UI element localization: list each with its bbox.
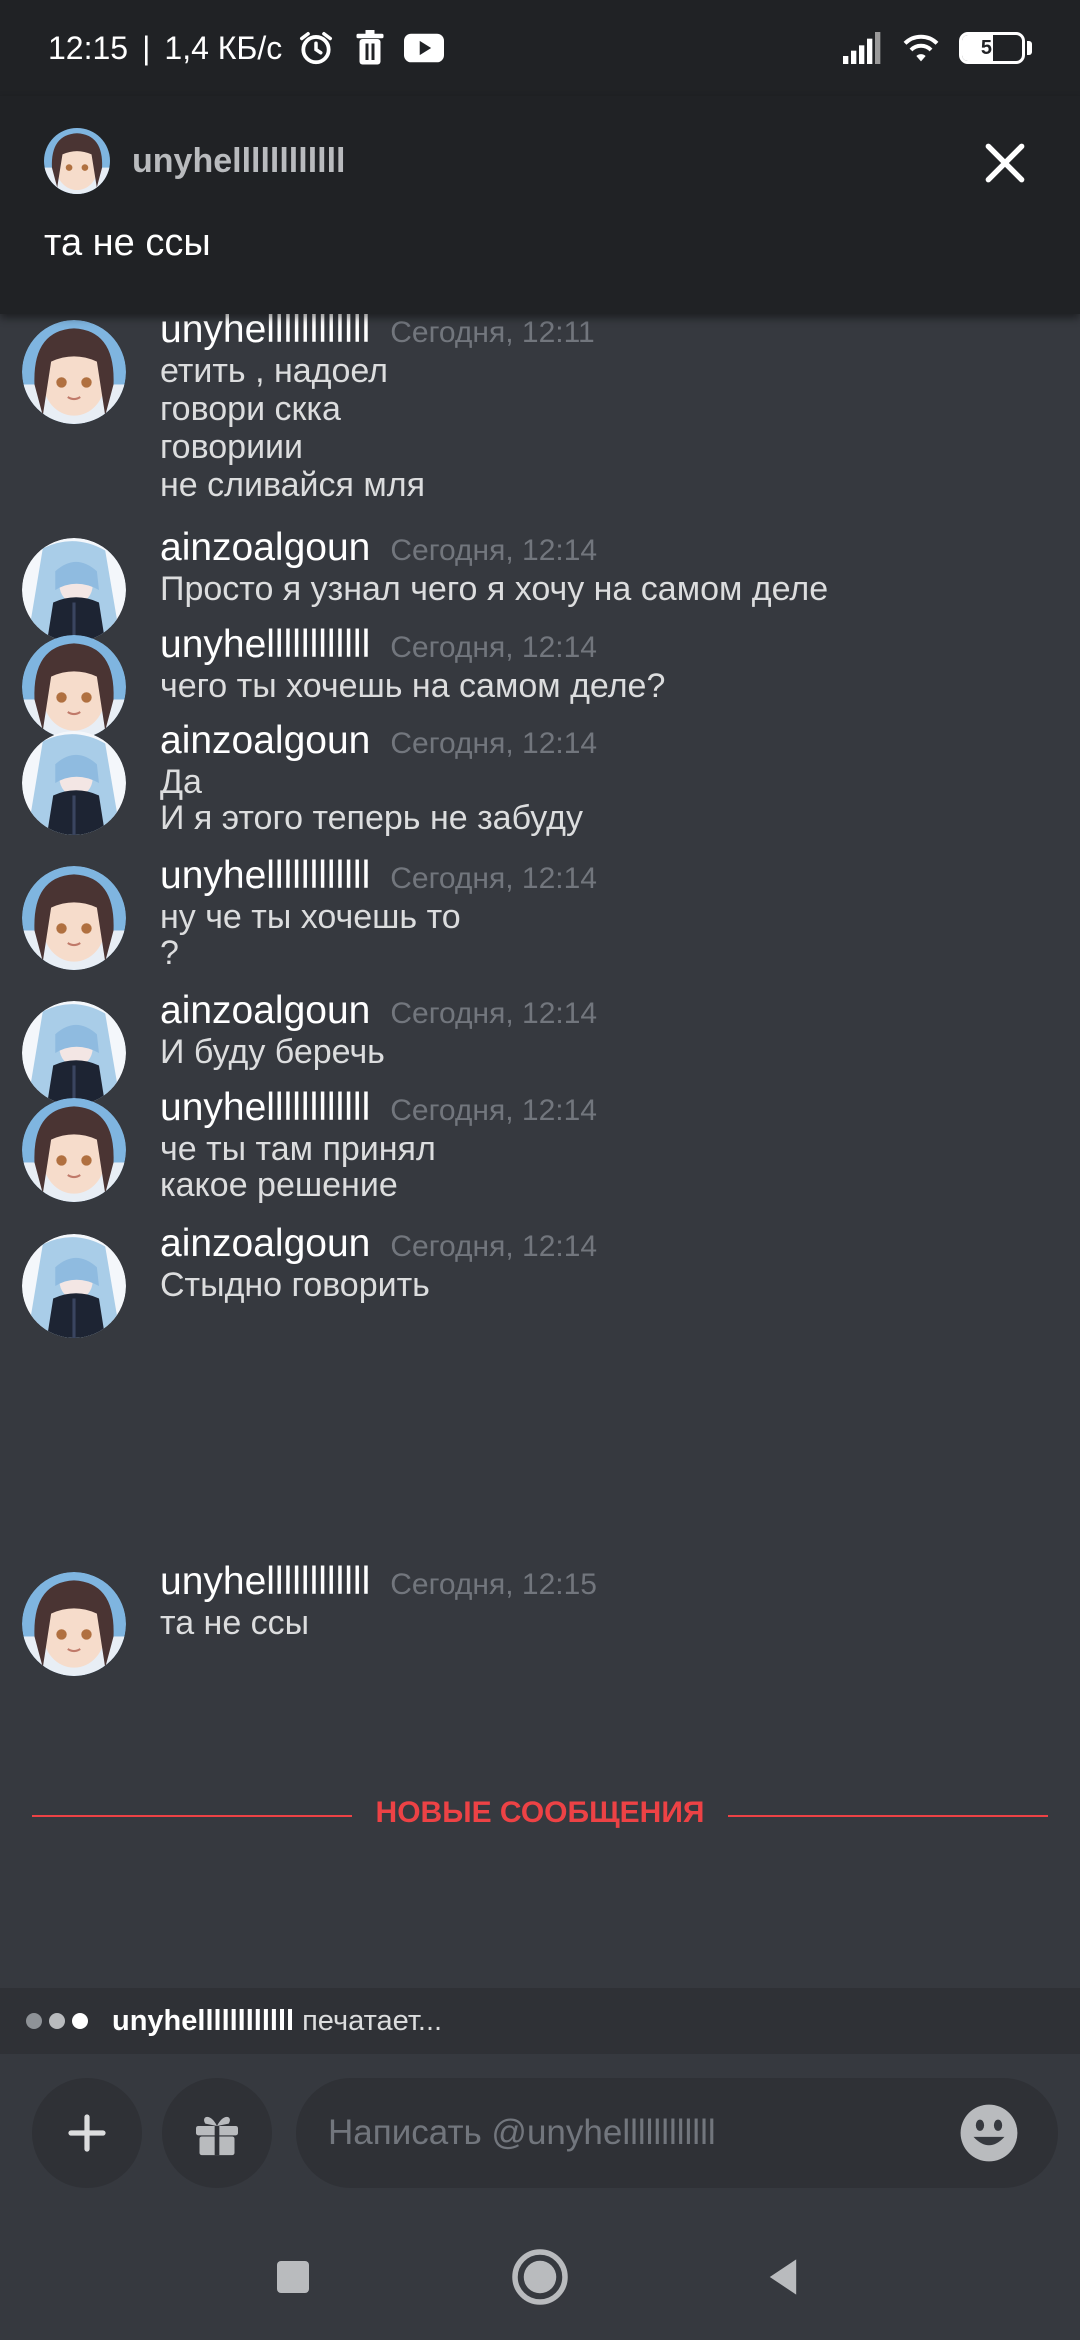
message-header: ainzoalgoun Сегодня, 12:14: [160, 989, 597, 1033]
banner-message: та не ссы: [44, 222, 211, 264]
message-header: unyhellllllllllll Сегодня, 12:15: [160, 1560, 597, 1604]
signal-icon: [843, 28, 883, 68]
typing-dot: [26, 2013, 42, 2029]
wifi-icon: [901, 28, 941, 68]
message-text[interactable]: Просто я узнал чего я хочу на самом деле: [160, 570, 828, 609]
message-text[interactable]: какое решение: [160, 1166, 398, 1205]
message-author[interactable]: unyhellllllllllll: [160, 314, 370, 352]
message-timestamp: Сегодня, 12:14: [390, 631, 597, 664]
gift-button[interactable]: [162, 2078, 272, 2188]
message-text[interactable]: И буду беречь: [160, 1033, 385, 1072]
smile-icon: [960, 2104, 1018, 2162]
battery-tip: [1027, 41, 1032, 55]
home-button[interactable]: [507, 2244, 573, 2310]
new-messages-divider: НОВЫЕ СООБЩЕНИЯ: [32, 1796, 1048, 1836]
avatar[interactable]: [22, 320, 126, 424]
battery-label: 51: [980, 36, 1004, 59]
avatar[interactable]: [22, 1234, 126, 1338]
message-timestamp: Сегодня, 12:11: [390, 316, 595, 349]
avatar[interactable]: [22, 731, 126, 835]
battery-indicator: 51: [959, 32, 1032, 64]
banner-username: unyhellllllllllll: [132, 141, 346, 180]
avatar[interactable]: [22, 538, 126, 642]
message-header: ainzoalgoun Сегодня, 12:14: [160, 1222, 597, 1266]
message-timestamp: Сегодня, 12:14: [390, 1230, 598, 1263]
status-left: 12:15 | 1,4 КБ/с: [48, 28, 445, 68]
square-icon: [277, 2261, 309, 2293]
youtube-icon: [404, 28, 445, 68]
message-timestamp: Сегодня, 12:14: [390, 997, 598, 1030]
reply-banner[interactable]: unyhellllllllllll та не ссы: [0, 96, 1080, 314]
divider-text: НОВЫЕ СООБЩЕНИЯ: [351, 1796, 729, 1829]
message-text[interactable]: етить , надоел: [160, 352, 388, 391]
back-triangle-icon: [769, 2259, 797, 2295]
typing-indicator: unyhellllllllllll печатает...: [0, 1988, 1080, 2054]
system-nav-bar: [0, 2214, 1080, 2340]
message-text[interactable]: че ты там принял: [160, 1130, 436, 1169]
message-author[interactable]: ainzoalgoun: [160, 1222, 370, 1266]
message-text[interactable]: Да: [160, 763, 202, 802]
avatar[interactable]: [22, 635, 126, 739]
message-text[interactable]: Стыдно говорить: [160, 1266, 430, 1305]
message-list[interactable]: unyhellllllllllll Сегодня, 12:11 етить , н…: [0, 314, 1080, 1988]
status-separator: |: [142, 29, 151, 66]
message-author[interactable]: ainzoalgoun: [160, 526, 370, 570]
message-header: ainzoalgoun Сегодня, 12:14: [160, 526, 597, 570]
avatar[interactable]: [22, 1572, 126, 1676]
message-timestamp: Сегодня, 12:14: [390, 727, 598, 760]
plus-icon: [68, 2114, 106, 2152]
typing-dots: [26, 2013, 88, 2029]
message-timestamp: Сегодня, 12:14: [390, 1094, 597, 1127]
home-circle-icon: [512, 2249, 568, 2305]
message-text[interactable]: чего ты хочешь на самом деле?: [160, 667, 665, 706]
message-timestamp: Сегодня, 12:15: [390, 1568, 597, 1601]
composer-bar: [0, 2054, 1080, 2214]
typing-dot: [72, 2013, 88, 2029]
message-header: unyhellllllllllll Сегодня, 12:14: [160, 854, 597, 898]
back-button[interactable]: [750, 2244, 816, 2310]
message-author[interactable]: ainzoalgoun: [160, 719, 370, 763]
battery-body: 51: [959, 32, 1025, 64]
message-author[interactable]: unyhellllllllllll: [160, 623, 370, 667]
message-text[interactable]: та не ссы: [160, 1604, 309, 1643]
trash-icon: [350, 28, 390, 68]
message-header: unyhellllllllllll Сегодня, 12:11: [160, 314, 595, 352]
avatar[interactable]: [22, 866, 126, 970]
message-header: unyhellllllllllll Сегодня, 12:14: [160, 1086, 597, 1130]
message-author[interactable]: unyhellllllllllll: [160, 1086, 370, 1130]
divider-label: НОВЫЕ СООБЩЕНИЯ: [32, 1796, 1048, 1830]
message-author[interactable]: ainzoalgoun: [160, 989, 370, 1033]
message-author[interactable]: unyhellllllllllll: [160, 1560, 370, 1604]
network-speed: 1,4 КБ/с: [164, 29, 283, 66]
status-time: 12:15: [48, 29, 129, 66]
message-header: ainzoalgoun Сегодня, 12:14: [160, 719, 597, 763]
message-input[interactable]: [296, 2078, 1058, 2188]
message-text[interactable]: говориии: [160, 428, 303, 467]
message-author[interactable]: unyhellllllllllll: [160, 854, 370, 898]
message-text[interactable]: И я этого теперь не забуду: [160, 799, 583, 838]
message-text[interactable]: ну че ты хочешь то: [160, 898, 461, 937]
message-text[interactable]: говори скка: [160, 390, 341, 429]
close-icon[interactable]: [980, 138, 1030, 188]
status-right: 51: [843, 28, 1032, 68]
typing-username: unyhellllllllllll: [112, 2004, 295, 2037]
emoji-button[interactable]: [958, 2102, 1020, 2164]
recents-button[interactable]: [260, 2244, 326, 2310]
gift-icon: [196, 2116, 238, 2156]
status-bar: 12:15 | 1,4 КБ/с 51: [0, 0, 1080, 96]
banner-avatar: [44, 128, 110, 194]
alarm-icon: [296, 28, 336, 68]
typing-dot: [49, 2013, 65, 2029]
add-attachment-button[interactable]: [32, 2078, 142, 2188]
message-text[interactable]: ?: [160, 934, 179, 973]
message-header: unyhellllllllllll Сегодня, 12:14: [160, 623, 597, 667]
message-text[interactable]: не сливайся мля: [160, 466, 425, 505]
typing-suffix: печатает...: [302, 2004, 443, 2037]
message-timestamp: Сегодня, 12:14: [390, 534, 598, 567]
avatar[interactable]: [22, 1001, 126, 1105]
message-timestamp: Сегодня, 12:14: [390, 862, 597, 895]
avatar[interactable]: [22, 1098, 126, 1202]
banner-head: unyhellllllllllll: [44, 128, 345, 194]
